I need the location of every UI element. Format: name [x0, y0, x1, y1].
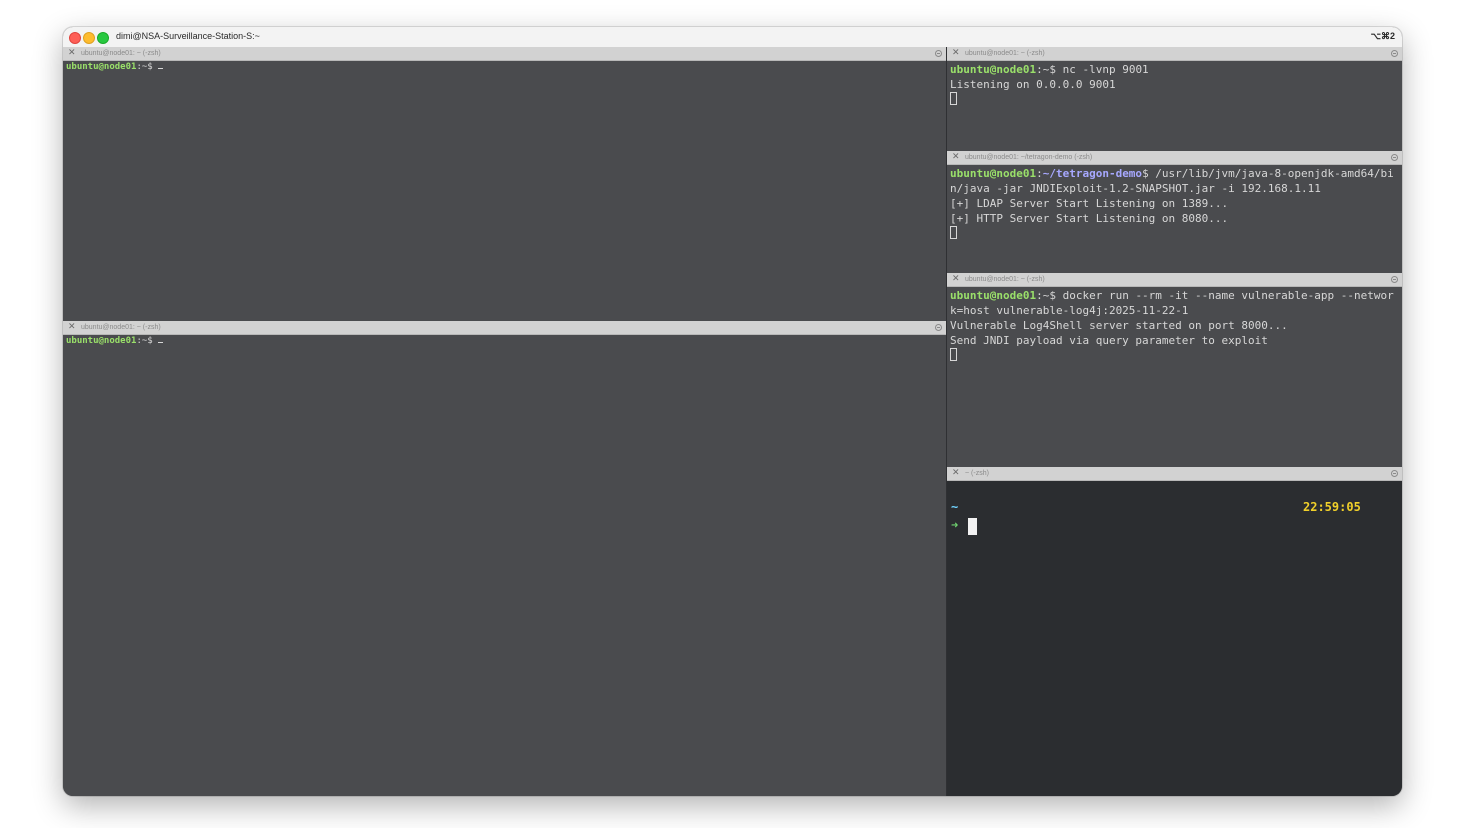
terminal-output[interactable]: ubuntu@node01:~$ nc -lvnp 9001 Listening…: [950, 62, 1399, 107]
output-line: Vulnerable Log4Shell server started on p…: [950, 319, 1288, 332]
prompt-suffix: $: [1049, 63, 1056, 76]
prompt-suffix: $: [147, 336, 153, 346]
close-icon[interactable]: ✕: [68, 47, 76, 60]
output-line: [+] HTTP Server Start Listening on 8080.…: [950, 212, 1229, 225]
close-window-button[interactable]: [69, 32, 81, 44]
prompt-sep: :: [1036, 167, 1043, 180]
pane-bottom-left[interactable]: ✕ ubuntu@node01: ~ (-zsh) ubuntu@node01:…: [63, 321, 946, 796]
zsh-prompt-arrow-icon: ➜: [951, 518, 959, 532]
prompt-user: ubuntu@node01: [950, 289, 1037, 302]
pane-menu-icon[interactable]: [935, 50, 942, 57]
close-icon[interactable]: ✕: [952, 273, 960, 286]
close-icon[interactable]: ✕: [952, 151, 960, 164]
pane-right-3[interactable]: ✕ ubuntu@node01: ~ (-zsh) ubuntu@node01:…: [947, 273, 1402, 467]
pane-menu-icon[interactable]: [1391, 154, 1398, 161]
pane-tab-right-2[interactable]: ✕ ubuntu@node01: ~/tetragon-demo (-zsh): [947, 151, 1402, 165]
pane-tab-right-1[interactable]: ✕ ubuntu@node01: ~ (-zsh): [947, 47, 1402, 61]
pane-menu-icon[interactable]: [1391, 276, 1398, 283]
pane-menu-icon[interactable]: [1391, 470, 1398, 477]
prompt-suffix: $: [1142, 167, 1149, 180]
cursor: [950, 92, 957, 105]
prompt-sep: :: [1036, 63, 1043, 76]
output-line: Send JNDI payload via query parameter to…: [950, 334, 1268, 347]
pane-tab-title: ubuntu@node01: ~ (-zsh): [81, 50, 161, 57]
terminal-output[interactable]: ubuntu@node01:~$: [66, 334, 943, 348]
window-title: dimi@NSA-Surveillance-Station-S:~: [116, 31, 260, 41]
prompt-user: ubuntu@node01: [950, 63, 1037, 76]
terminal-output[interactable]: ubuntu@node01:~/tetragon-demo$ /usr/lib/…: [950, 166, 1399, 241]
pane-right-4[interactable]: ✕ ~ (-zsh) ~ 22:59:05 ➜: [947, 467, 1402, 796]
pane-menu-icon[interactable]: [935, 324, 942, 331]
zsh-current-dir: ~: [951, 500, 959, 514]
cursor: [158, 68, 164, 69]
terminal-output[interactable]: ubuntu@node01:~$ docker run --rm -it --n…: [950, 288, 1399, 363]
pane-menu-icon[interactable]: [1391, 50, 1398, 57]
prompt-user: ubuntu@node01: [950, 167, 1037, 180]
cursor: [950, 348, 957, 361]
pane-tab-title: ubuntu@node01: ~ (-zsh): [965, 276, 1045, 283]
output-line: [+] LDAP Server Start Listening on 1389.…: [950, 197, 1229, 210]
prompt-sep: :: [1036, 289, 1043, 302]
terminal-window: dimi@NSA-Surveillance-Station-S:~ ⌥⌘2 ✕ …: [63, 27, 1402, 796]
pane-right-2[interactable]: ✕ ubuntu@node01: ~/tetragon-demo (-zsh) …: [947, 151, 1402, 273]
window-shortcut: ⌥⌘2: [1370, 31, 1395, 41]
close-icon[interactable]: ✕: [68, 321, 76, 334]
zsh-clock: 22:59:05: [1303, 500, 1361, 514]
prompt-suffix: $: [1049, 289, 1056, 302]
pane-tab-title: ubuntu@node01: ~ (-zsh): [965, 50, 1045, 57]
pane-top-left[interactable]: ✕ ubuntu@node01: ~ (-zsh) ubuntu@node01:…: [63, 47, 946, 321]
prompt-user: ubuntu@node01: [66, 62, 137, 72]
terminal-output[interactable]: ubuntu@node01:~$: [66, 60, 943, 74]
prompt-user: ubuntu@node01: [66, 336, 137, 346]
prompt-path: ~/tetragon-demo: [1042, 167, 1143, 180]
close-icon[interactable]: ✕: [952, 47, 960, 60]
output-line: Listening on 0.0.0.0 9001: [950, 78, 1116, 91]
zoom-window-button[interactable]: [97, 32, 109, 44]
pane-tab-right-4[interactable]: ✕ ~ (-zsh): [947, 467, 1402, 481]
pane-tab-bottom-left[interactable]: ✕ ubuntu@node01: ~ (-zsh): [63, 321, 946, 335]
pane-right-1[interactable]: ✕ ubuntu@node01: ~ (-zsh) ubuntu@node01:…: [947, 47, 1402, 151]
window-titlebar: dimi@NSA-Surveillance-Station-S:~ ⌥⌘2: [63, 27, 1402, 48]
cursor: [158, 342, 164, 343]
command-text: nc -lvnp 9001: [1055, 63, 1149, 76]
pane-tab-top-left[interactable]: ✕ ubuntu@node01: ~ (-zsh): [63, 47, 946, 61]
minimize-window-button[interactable]: [83, 32, 95, 44]
close-icon[interactable]: ✕: [952, 467, 960, 480]
pane-tab-title: ubuntu@node01: ~/tetragon-demo (-zsh): [965, 154, 1093, 161]
pane-tab-title: ~ (-zsh): [965, 470, 989, 477]
prompt-suffix: $: [147, 62, 153, 72]
pane-tab-title: ubuntu@node01: ~ (-zsh): [81, 324, 161, 331]
pane-tab-right-3[interactable]: ✕ ubuntu@node01: ~ (-zsh): [947, 273, 1402, 287]
cursor[interactable]: [968, 518, 977, 535]
cursor: [950, 226, 957, 239]
